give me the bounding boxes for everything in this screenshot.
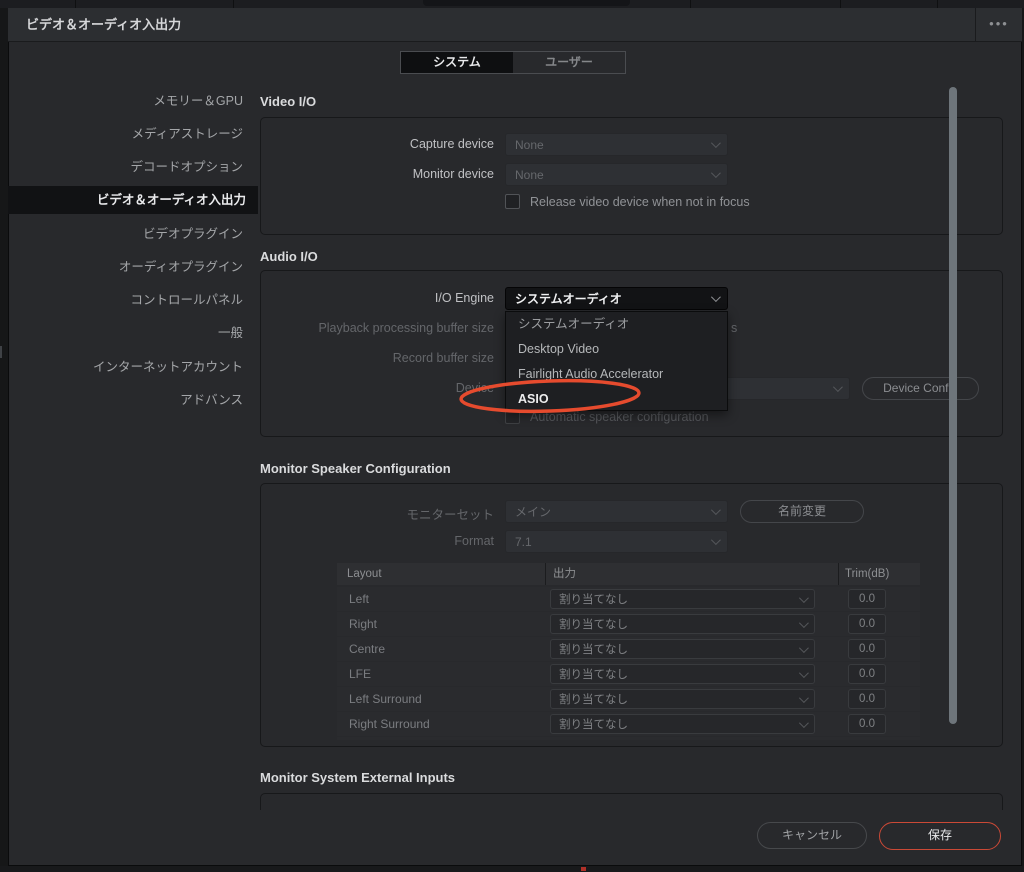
table-row-clipped — [337, 737, 920, 740]
screen: ビデオ＆オーディオ入出力 ••• システム ユーザー メモリー＆GPU メディア… — [0, 0, 1024, 872]
sidebar-item-video-plugins[interactable]: ビデオプラグイン — [8, 220, 255, 248]
release-video-device-label: Release video device when not in focus — [530, 195, 930, 209]
table-row: LFE 割り当てなし 0.0 — [337, 662, 920, 686]
sidebar-item-general[interactable]: 一般 — [8, 319, 255, 347]
auto-speaker-label: Automatic speaker configuration — [530, 410, 930, 424]
record-buffer-label: Record buffer size — [254, 351, 494, 365]
col-output: 出力 — [553, 563, 576, 585]
monitor-speaker-heading: Monitor Speaker Configuration — [260, 461, 451, 476]
sidebar-item-audio-plugins[interactable]: オーディオプラグイン — [8, 253, 255, 281]
background-app-left — [0, 346, 2, 358]
io-engine-label: I/O Engine — [254, 291, 494, 305]
rename-button[interactable]: 名前変更 — [740, 500, 864, 523]
monitor-set-select[interactable]: メイン — [505, 500, 728, 523]
chevron-down-icon — [799, 668, 809, 678]
monitor-set-label: モニターセット — [254, 504, 494, 523]
trim-field[interactable]: 0.0 — [848, 614, 886, 634]
sidebar-item-advanced[interactable]: アドバンス — [8, 386, 255, 414]
options-menu-icon[interactable]: ••• — [975, 8, 1022, 42]
col-layout: Layout — [347, 563, 382, 585]
dialog-titlebar: ビデオ＆オーディオ入出力 — [8, 8, 1022, 42]
capture-device-label: Capture device — [254, 137, 494, 151]
capture-device-select[interactable]: None — [505, 133, 728, 156]
format-select[interactable]: 7.1 — [505, 530, 728, 553]
external-inputs-section — [260, 793, 1003, 810]
chevron-down-icon — [799, 593, 809, 603]
output-select[interactable]: 割り当てなし — [550, 664, 815, 684]
io-engine-dropdown-menu: システムオーディオ Desktop Video Fairlight Audio … — [505, 311, 728, 411]
chevron-down-icon — [711, 505, 721, 515]
format-label: Format — [254, 534, 494, 548]
menu-item-asio[interactable]: ASIO — [506, 387, 727, 412]
device-label: Device — [254, 381, 494, 395]
table-row: Right 割り当てなし 0.0 — [337, 612, 920, 636]
chevron-down-icon — [711, 292, 721, 302]
tab-user[interactable]: ユーザー — [513, 52, 625, 73]
cancel-button[interactable]: キャンセル — [757, 822, 867, 849]
sidebar-item-memory-gpu[interactable]: メモリー＆GPU — [8, 87, 255, 115]
external-inputs-heading: Monitor System External Inputs — [260, 770, 455, 785]
sidebar-item-decode-options[interactable]: デコードオプション — [8, 153, 255, 181]
monitor-device-select[interactable]: None — [505, 163, 728, 186]
table-row: Left Surround 割り当てなし 0.0 — [337, 687, 920, 711]
vertical-scrollbar[interactable] — [949, 87, 957, 724]
trim-field[interactable]: 0.0 — [848, 664, 886, 684]
output-select[interactable]: 割り当てなし — [550, 589, 815, 609]
monitor-device-label: Monitor device — [254, 167, 494, 181]
output-select[interactable]: 割り当てなし — [550, 614, 815, 634]
sidebar-item-media-storage[interactable]: メディアストレージ — [8, 120, 255, 148]
sidebar-item-internet-accounts[interactable]: インターネットアカウント — [8, 353, 255, 381]
trim-field[interactable]: 0.0 — [848, 589, 886, 609]
chevron-down-icon — [799, 718, 809, 728]
output-select[interactable]: 割り当てなし — [550, 689, 815, 709]
video-io-heading: Video I/O — [260, 94, 316, 109]
background-playhead-marker — [581, 867, 586, 871]
playback-buffer-suffix: s — [731, 321, 737, 335]
table-row: Left 割り当てなし 0.0 — [337, 587, 920, 611]
chevron-down-icon — [799, 643, 809, 653]
background-app-top — [0, 0, 1024, 8]
audio-io-heading: Audio I/O — [260, 249, 318, 264]
table-row: Right Surround 割り当てなし 0.0 — [337, 712, 920, 736]
playback-buffer-label: Playback processing buffer size — [254, 321, 494, 335]
menu-item-desktop-video[interactable]: Desktop Video — [506, 337, 727, 362]
chevron-down-icon — [833, 382, 843, 392]
background-app-bottom — [0, 866, 1024, 872]
trim-field[interactable]: 0.0 — [848, 714, 886, 734]
tab-system[interactable]: システム — [401, 52, 513, 73]
sidebar-item-control-panels[interactable]: コントロールパネル — [8, 286, 255, 314]
io-engine-select[interactable]: システムオーディオ — [505, 287, 728, 310]
output-select[interactable]: 割り当てなし — [550, 714, 815, 734]
tab-group: システム ユーザー — [400, 51, 626, 74]
dialog-title: ビデオ＆オーディオ入出力 — [26, 8, 181, 42]
release-video-device-checkbox[interactable] — [505, 194, 520, 209]
chevron-down-icon — [711, 138, 721, 148]
chevron-down-icon — [711, 168, 721, 178]
table-row: Centre 割り当てなし 0.0 — [337, 637, 920, 661]
output-select[interactable]: 割り当てなし — [550, 639, 815, 659]
chevron-down-icon — [799, 693, 809, 703]
chevron-down-icon — [711, 535, 721, 545]
device-config-button[interactable]: Device Config — [862, 377, 979, 400]
col-trim: Trim(dB) — [845, 563, 889, 585]
trim-field[interactable]: 0.0 — [848, 689, 886, 709]
menu-item-fairlight-audio-accelerator[interactable]: Fairlight Audio Accelerator — [506, 362, 727, 387]
trim-field[interactable]: 0.0 — [848, 639, 886, 659]
sidebar-item-video-audio-io[interactable]: ビデオ＆オーディオ入出力 — [8, 186, 258, 214]
chevron-down-icon — [799, 618, 809, 628]
menu-item-system-audio[interactable]: システムオーディオ — [506, 312, 727, 337]
speaker-table-header: Layout 出力 Trim(dB) — [337, 563, 920, 585]
save-button[interactable]: 保存 — [879, 822, 1001, 850]
speaker-table: Layout 出力 Trim(dB) Left 割り当てなし 0.0 Right… — [337, 563, 920, 740]
